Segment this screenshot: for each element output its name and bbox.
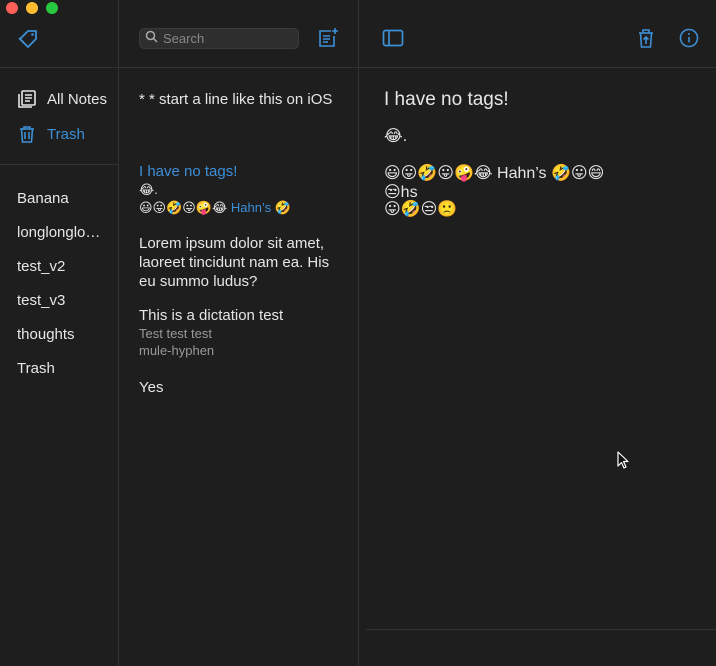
- new-note-icon[interactable]: [316, 26, 340, 50]
- search-field[interactable]: [139, 28, 299, 49]
- sidebar-item-label: All Notes: [47, 90, 108, 108]
- note-item[interactable]: Yes: [139, 378, 339, 397]
- note-preview: 😂.: [139, 182, 158, 197]
- sidebar-toggle-icon[interactable]: [380, 26, 406, 50]
- sidebar-item-tag[interactable]: longlonglonglongtag: [17, 224, 107, 258]
- editor-line[interactable]: 😛🤣😒🙁: [384, 200, 457, 219]
- note-item[interactable]: * * start a line like this on iOS: [139, 90, 339, 109]
- note-title: Yes: [139, 379, 164, 396]
- sidebar-item-tag[interactable]: Banana: [17, 190, 107, 224]
- note-preview-emoji: 🤣: [274, 200, 291, 215]
- mouse-pointer-icon: [617, 451, 629, 474]
- trash-export-icon[interactable]: [634, 26, 658, 50]
- note-title: Lorem ipsum dolor sit amet, laoreet tinc…: [139, 235, 330, 290]
- note-title: * * start a line like this on iOS: [139, 91, 333, 108]
- info-icon[interactable]: [677, 26, 701, 50]
- sidebar-item-label: Trash: [47, 125, 85, 143]
- note-preview-emoji: 😃😛🤣😛🤪😂: [139, 200, 228, 215]
- sidebar: All Notes Trash Banana longlonglonglongt…: [0, 0, 119, 666]
- note-preview-link: Hahn’s: [230, 200, 272, 215]
- note-title: I have no tags!: [139, 163, 238, 180]
- search-input[interactable]: [163, 31, 293, 46]
- sidebar-item-tag[interactable]: test_v2: [17, 258, 107, 292]
- sidebar-item-trash[interactable]: Trash: [17, 124, 85, 144]
- editor-bottom-divider: [366, 629, 716, 630]
- note-item-selected[interactable]: I have no tags! 😂. 😃😛🤣😛🤪😂 Hahn’s 🤣: [139, 162, 339, 217]
- sidebar-divider: [0, 164, 119, 165]
- note-preview: 😃😛🤣😛🤪😂 Hahn’s 🤣: [139, 199, 339, 217]
- editor-title[interactable]: I have no tags!: [384, 89, 509, 111]
- editor-line[interactable]: 😃😛🤣😛🤪😂 Hahn’s 🤣😛😄: [384, 164, 604, 183]
- note-item[interactable]: This is a dictation test Test test test …: [139, 306, 339, 359]
- tag-list: Banana longlonglonglongtag test_v2 test_…: [17, 190, 107, 394]
- search-icon: [145, 30, 158, 48]
- note-item[interactable]: Lorem ipsum dolor sit amet, laoreet tinc…: [139, 234, 339, 291]
- trash-icon: [17, 124, 37, 144]
- note-preview: mule-hyphen: [139, 343, 215, 358]
- app-window: All Notes Trash Banana longlonglonglongt…: [0, 0, 716, 666]
- sidebar-item-tag[interactable]: test_v3: [17, 292, 107, 326]
- sidebar-item-tag[interactable]: Trash: [17, 360, 107, 394]
- sidebar-item-tag[interactable]: thoughts: [17, 326, 107, 360]
- sidebar-item-all-notes[interactable]: All Notes: [17, 89, 107, 109]
- note-title: This is a dictation test: [139, 307, 284, 324]
- tag-icon[interactable]: [16, 26, 42, 52]
- note-preview: Test test test: [139, 326, 212, 341]
- notes-stack-icon: [17, 89, 37, 109]
- editor-line[interactable]: 😂.: [384, 127, 407, 146]
- toolbar-divider: [0, 67, 716, 68]
